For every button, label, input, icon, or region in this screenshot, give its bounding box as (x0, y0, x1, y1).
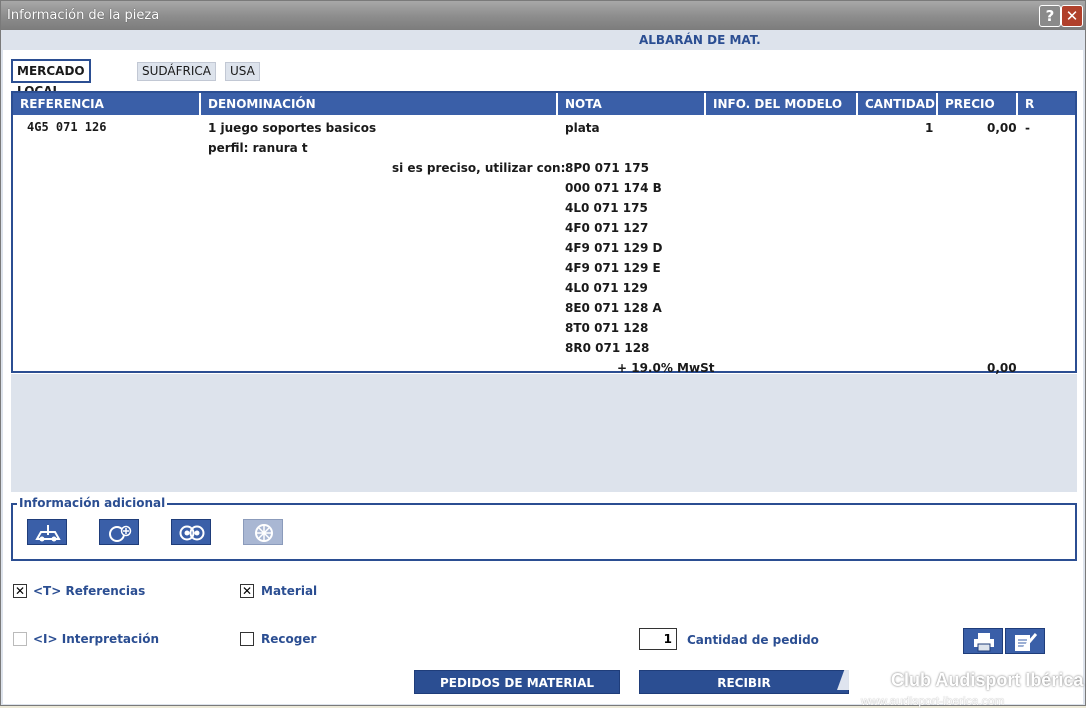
col-info-modelo[interactable]: INFO. DEL MODELO (706, 93, 858, 115)
tax-label: + 19.0% MwSt (617, 361, 715, 375)
referencias-label[interactable]: <T> Referencias (33, 584, 145, 598)
alternative-item: 8R0 071 128 (565, 341, 650, 355)
notepad-pencil-icon (1015, 633, 1038, 651)
recoger-checkbox[interactable] (240, 632, 254, 646)
rims-icon (179, 525, 205, 541)
cantidad-value: 1 (925, 121, 934, 135)
col-denominacion[interactable]: DENOMINACIÓN (201, 93, 558, 115)
alternative-item: 000 071 174 B (565, 181, 662, 195)
part-info-window: Información de la pieza ? ✕ ALBARÁN DE M… (0, 0, 1086, 708)
denominacion-line-2: perfil: ranura t (208, 141, 308, 155)
alternative-item: 8T0 071 128 (565, 321, 649, 335)
recibir-button[interactable]: RECIBIR (639, 670, 849, 694)
material-label[interactable]: Material (261, 584, 317, 598)
alternative-item: 4L0 071 175 (565, 201, 648, 215)
table-header: REFERENCIA DENOMINACIÓN NOTA INFO. DEL M… (13, 93, 1075, 115)
edit-notes-button[interactable] (1005, 628, 1045, 654)
quantity-label: Cantidad de pedido (687, 633, 819, 647)
client-area: ALBARÁN DE MAT. MERCADO LOCAL SUDÁFRICA … (3, 30, 1084, 708)
quantity-input[interactable]: 1 (639, 628, 677, 650)
title-bar: Información de la pieza ? ✕ (1, 1, 1085, 30)
doc-type-label: ALBARÁN DE MAT. (639, 33, 761, 47)
tax-value: 0,00 (987, 361, 1017, 375)
interpretacion-checkbox[interactable] (13, 632, 27, 646)
denominacion-line-1: 1 juego soportes basicos (208, 121, 377, 135)
precio-value: 0,00 (987, 121, 1017, 135)
wheel-plus-button[interactable] (99, 519, 139, 545)
header-strip: ALBARÁN DE MAT. (3, 30, 1083, 50)
alternative-item: 8E0 071 128 A (565, 301, 662, 315)
nota-value: plata (565, 121, 600, 135)
watermark-logo (836, 668, 884, 690)
alternative-item: 4F0 071 127 (565, 221, 649, 235)
tire-star-button[interactable] (243, 519, 283, 545)
car-lift-icon (35, 525, 61, 542)
rims-button[interactable] (171, 519, 211, 545)
pedidos-material-button[interactable]: PEDIDOS DE MATERIAL (414, 670, 620, 694)
alternatives-label: si es preciso, utilizar con: (392, 161, 566, 175)
col-nota[interactable]: NOTA (558, 93, 706, 115)
alternative-item: 4F9 071 129 E (565, 261, 661, 275)
col-precio[interactable]: PRECIO (938, 93, 1018, 115)
tab-mercado-local[interactable]: MERCADO LOCAL (11, 59, 91, 98)
referencias-checkbox[interactable]: ✕ (13, 584, 27, 598)
additional-info-legend: Información adicional (17, 496, 168, 510)
help-button[interactable]: ? (1039, 5, 1061, 27)
alternative-item: 8P0 071 175 (565, 161, 649, 175)
tire-star-icon (255, 524, 273, 542)
alternative-item: 4F9 071 129 D (565, 241, 663, 255)
recoger-label[interactable]: Recoger (261, 632, 316, 646)
col-cantidad[interactable]: CANTIDAD (858, 93, 938, 115)
printer-icon (974, 633, 994, 652)
close-button[interactable]: ✕ (1061, 5, 1083, 27)
watermark-title: Club Audisport Ibérica (891, 670, 1084, 690)
print-button[interactable] (963, 628, 1003, 654)
empty-list-area (11, 374, 1077, 492)
alternative-item: 4L0 071 129 (565, 281, 648, 295)
interpretacion-label[interactable]: <I> Interpretación (33, 632, 159, 646)
window-title: Información de la pieza (7, 8, 160, 23)
r-value: - (1025, 121, 1030, 135)
car-lift-button[interactable] (27, 519, 67, 545)
col-referencia[interactable]: REFERENCIA (13, 93, 201, 115)
tab-usa[interactable]: USA (225, 62, 260, 81)
material-checkbox[interactable]: ✕ (240, 584, 254, 598)
referencia-value: 4G5 071 126 (27, 120, 107, 134)
tab-sudafrica[interactable]: SUDÁFRICA (137, 62, 217, 81)
wheel-plus-icon (109, 525, 132, 542)
parts-table: REFERENCIA DENOMINACIÓN NOTA INFO. DEL M… (11, 91, 1077, 375)
col-r[interactable]: R (1018, 93, 1075, 115)
